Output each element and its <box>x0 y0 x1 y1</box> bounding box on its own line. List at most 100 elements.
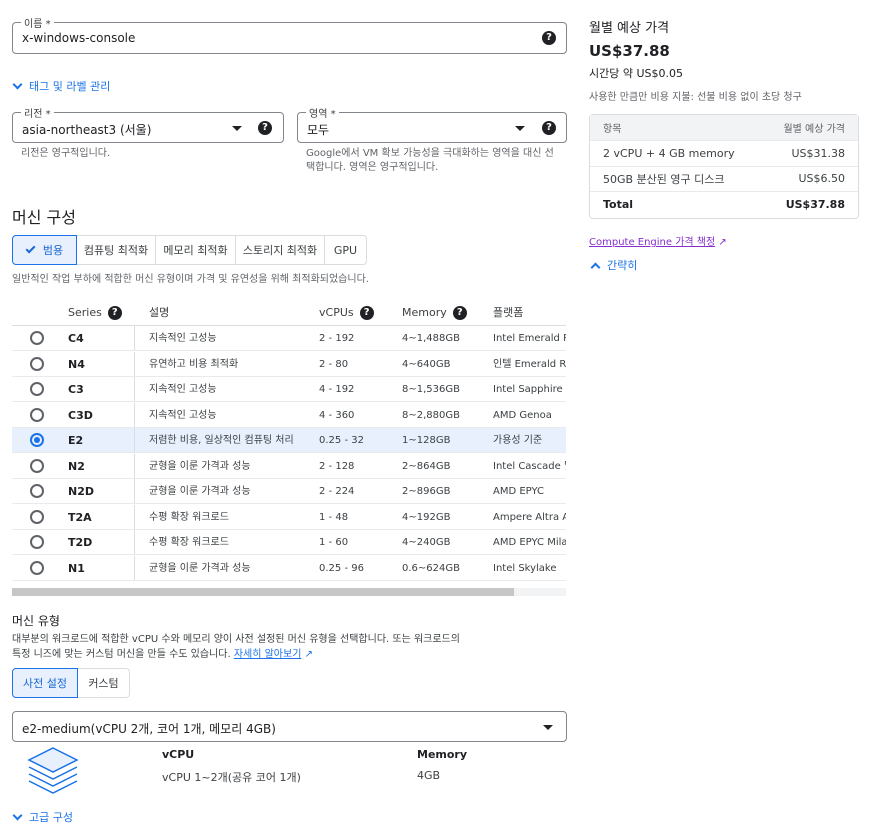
header-description: 설명 <box>149 306 170 319</box>
table-row[interactable]: N2 균형을 이룬 가격과 성능 2 - 128 2~864GB Intel C… <box>12 453 566 479</box>
tab-memory-optimized[interactable]: 메모리 최적화 <box>156 235 236 265</box>
help-icon[interactable]: ? <box>452 306 467 320</box>
tags-labels-toggle[interactable]: 태그 및 라벨 관리 <box>12 78 111 94</box>
radio-icon[interactable] <box>30 433 44 447</box>
help-icon[interactable]: ? <box>107 306 122 320</box>
tab-preset[interactable]: 사전 설정 <box>12 668 78 698</box>
region-hint: 리전은 영구적입니다. <box>21 148 111 159</box>
learn-more-link[interactable]: 자세히 알아보기 <box>234 649 302 660</box>
radio-icon[interactable] <box>30 458 44 473</box>
zone-label: 영역 * <box>306 105 339 120</box>
row-memory: 4~192GB <box>402 511 451 523</box>
advanced-config-toggle[interactable]: 고급 구성 <box>12 809 73 825</box>
collapse-link: 간략히 <box>607 259 638 272</box>
tab-compute-optimized[interactable]: 컴퓨팅 최적화 <box>77 235 156 265</box>
table-row[interactable]: T2D 수평 확장 워크로드 1 - 60 4~240GB AMD EPYC M… <box>12 530 566 555</box>
table-row[interactable]: N1 균형을 이룬 가격과 성능 0.25 - 96 0.6~624GB Int… <box>12 555 566 581</box>
help-icon[interactable]: ? <box>359 306 374 320</box>
row-vcpus: 2 - 192 <box>319 333 355 344</box>
row-platform: Intel Cascade 및 <box>493 460 566 472</box>
tab-label: 스토리지 최적화 <box>242 244 318 257</box>
row-vcpus: 2 - 80 <box>319 358 349 370</box>
column-divider <box>134 428 135 452</box>
row-series: N2D <box>68 485 94 498</box>
radio-icon[interactable] <box>30 331 44 345</box>
pricing-link-block[interactable]: Compute Engine 가격 책정 ↗ <box>589 233 727 248</box>
pricing-link[interactable]: Compute Engine 가격 책정 <box>589 237 715 248</box>
help-icon[interactable]: ? <box>542 121 556 135</box>
column-divider <box>134 479 135 503</box>
table-row[interactable]: C3D 지속적인 고성능 4 - 360 8~2,880GB AMD Genoa <box>12 402 566 428</box>
header-platform: 플랫폼 <box>493 306 524 319</box>
help-icon[interactable]: ? <box>542 31 556 45</box>
column-divider <box>134 377 135 401</box>
row-description: 균형을 이룬 가격과 성능 <box>149 460 251 472</box>
dropdown-caret-icon <box>543 725 553 730</box>
row-platform: 가용성 기준 <box>493 435 543 446</box>
region-label: 리전 * <box>21 105 54 120</box>
radio-icon[interactable] <box>30 356 44 371</box>
name-field-value: x-windows-console <box>22 31 136 45</box>
machine-type-title: 머신 유형 <box>12 614 60 628</box>
zone-hint: Google에서 VM 확보 가능성을 극대화하는 영역을 대신 선택합니다. … <box>306 148 554 173</box>
row-vcpus: 1 - 48 <box>319 511 349 523</box>
machine-type-description-block: 대부분의 워크로드에 적합한 vCPU 수와 메모리 양이 사전 설정된 머신 … <box>12 632 472 662</box>
zone-value: 모두 <box>307 123 330 137</box>
radio-icon[interactable] <box>30 509 44 524</box>
row-series: C3D <box>68 408 93 422</box>
row-vcpus: 2 - 224 <box>319 486 355 497</box>
row-description: 지속적인 고성능 <box>149 384 217 395</box>
radio-icon[interactable] <box>30 560 44 575</box>
pricing-hourly: 시간당 약 US$0.05 <box>589 67 683 80</box>
pricing-item-cost: US$6.50 <box>798 172 845 186</box>
row-memory: 8~2,880GB <box>402 409 460 421</box>
radio-icon[interactable] <box>30 407 44 422</box>
table-row[interactable]: N4 유연하고 비용 최적화 2 - 80 4~640GB 인텔 Emerald… <box>12 351 566 377</box>
row-series: E2 <box>68 434 84 447</box>
table-row[interactable]: T2A 수평 확장 워크로드 1 - 48 4~192GB Ampere Alt… <box>12 504 566 530</box>
radio-icon[interactable] <box>30 535 44 549</box>
memory-label: Memory <box>417 748 468 761</box>
table-scrollbar[interactable] <box>12 588 566 596</box>
row-series: N4 <box>68 357 85 371</box>
radio-icon[interactable] <box>30 484 44 498</box>
radio-icon[interactable] <box>30 382 44 396</box>
row-description: 지속적인 고성능 <box>149 333 217 344</box>
row-platform: Ampere Altra AF <box>493 511 566 523</box>
help-icon[interactable]: ? <box>258 121 272 135</box>
column-divider <box>134 555 135 580</box>
machine-type-select[interactable]: e2-medium(vCPU 2개, 코어 1개, 메모리 4GB) <box>12 711 567 742</box>
region-select[interactable]: 리전 * asia-northeast3 (서울) ? <box>12 105 284 143</box>
table-row-selected[interactable]: E2 저렴한 비용, 일상적인 컴퓨팅 처리 0.25 - 32 1~128GB… <box>12 428 566 453</box>
tab-storage-optimized[interactable]: 스토리지 최적화 <box>236 235 325 265</box>
external-link-icon: ↗ <box>304 649 313 660</box>
pricing-table: 항목 월별 예상 가격 2 vCPU + 4 GB memory US$31.3… <box>589 114 859 219</box>
table-row[interactable]: C3 지속적인 고성능 4 - 192 8~1,536GB Intel Sapp… <box>12 377 566 402</box>
pricing-row: 2 vCPU + 4 GB memory US$31.38 <box>590 141 858 167</box>
pricing-total-label: Total <box>603 198 634 212</box>
tab-custom[interactable]: 커스텀 <box>78 668 130 698</box>
row-description: 유연하고 비용 최적화 <box>149 358 239 370</box>
table-row[interactable]: N2D 균형을 이룬 가격과 성능 2 - 224 2~896GB AMD EP… <box>12 479 566 504</box>
zone-select[interactable]: 영역 * 모두 ? <box>297 105 567 143</box>
row-memory: 4~640GB <box>402 358 451 370</box>
collapse-toggle[interactable]: 간략히 <box>590 257 638 273</box>
tab-general-purpose[interactable]: 범용 <box>12 235 77 265</box>
name-field[interactable]: 이름 * x-windows-console ? <box>12 15 567 54</box>
row-description: 균형을 이룬 가격과 성능 <box>149 486 251 497</box>
column-divider <box>134 326 135 350</box>
row-series: C3 <box>68 383 84 396</box>
vcpu-label: vCPU <box>162 748 195 761</box>
vcpu-value: vCPU 1~2개(공유 코어 1개) <box>162 771 301 784</box>
chevron-down-icon <box>12 810 23 820</box>
scrollbar-thumb[interactable] <box>12 588 514 596</box>
table-row[interactable]: C4 지속적인 고성능 2 - 192 4~1,488GB Intel Emer… <box>12 326 566 351</box>
row-series: T2D <box>68 536 93 549</box>
pricing-table-header: 항목 월별 예상 가격 <box>590 115 858 141</box>
row-description: 저렴한 비용, 일상적인 컴퓨팅 처리 <box>149 435 294 446</box>
dropdown-caret-icon <box>515 126 525 131</box>
tags-labels-link: 태그 및 라벨 관리 <box>29 80 111 93</box>
tab-gpu[interactable]: GPU <box>325 235 367 265</box>
tab-label: GPU <box>333 243 358 257</box>
check-icon <box>25 243 36 254</box>
